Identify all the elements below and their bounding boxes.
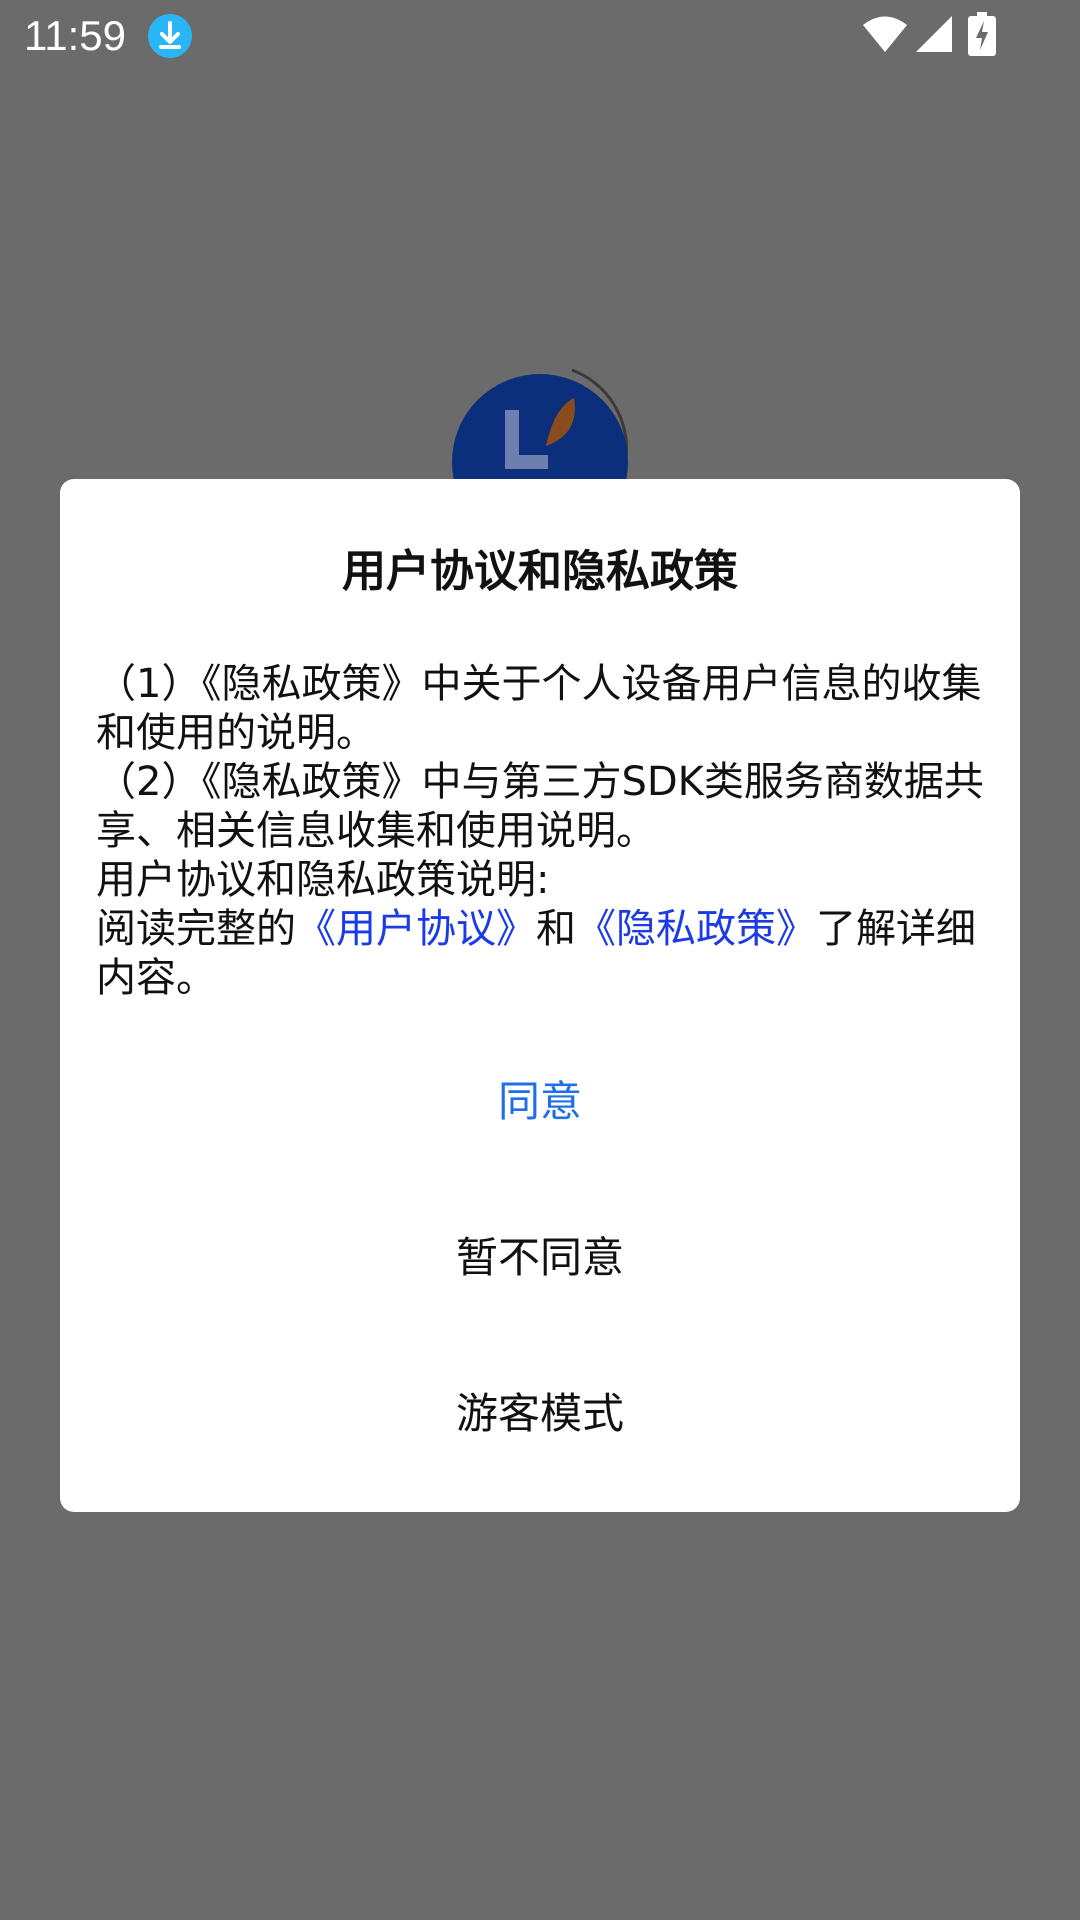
dialog-title: 用户协议和隐私政策 xyxy=(342,546,738,597)
body-line-1: （1）《隐私政策》中关于个人设备用户信息的收集和使用的说明。 xyxy=(96,661,982,756)
download-icon xyxy=(148,14,192,58)
guest-mode-button[interactable]: 游客模式 xyxy=(60,1350,1020,1470)
wifi-icon xyxy=(863,16,907,52)
user-agreement-link[interactable]: 《用户协议》 xyxy=(296,906,536,952)
battery-charging-icon xyxy=(968,12,996,56)
app-logo xyxy=(452,368,628,482)
dialog-body: （1）《隐私政策》中关于个人设备用户信息的收集和使用的说明。 （2）《隐私政策》… xyxy=(96,660,986,1003)
disagree-button[interactable]: 暂不同意 xyxy=(60,1194,1020,1314)
and-text: 和 xyxy=(536,906,576,952)
agree-button[interactable]: 同意 xyxy=(60,1038,1020,1158)
body-line-2: （2）《隐私政策》中与第三方SDK类服务商数据共享、相关信息收集和使用说明。 xyxy=(96,759,984,854)
body-line-3: 用户协议和隐私政策说明: xyxy=(96,857,550,903)
read-full-prefix: 阅读完整的 xyxy=(96,906,296,952)
status-time: 11:59 xyxy=(24,12,126,59)
signal-icon xyxy=(916,16,952,52)
status-bar: 11:59 xyxy=(0,0,1080,72)
privacy-policy-link[interactable]: 《隐私政策》 xyxy=(576,906,816,952)
body-line-4: 阅读完整的《用户协议》和《隐私政策》了解详细内容。 xyxy=(96,905,986,1003)
